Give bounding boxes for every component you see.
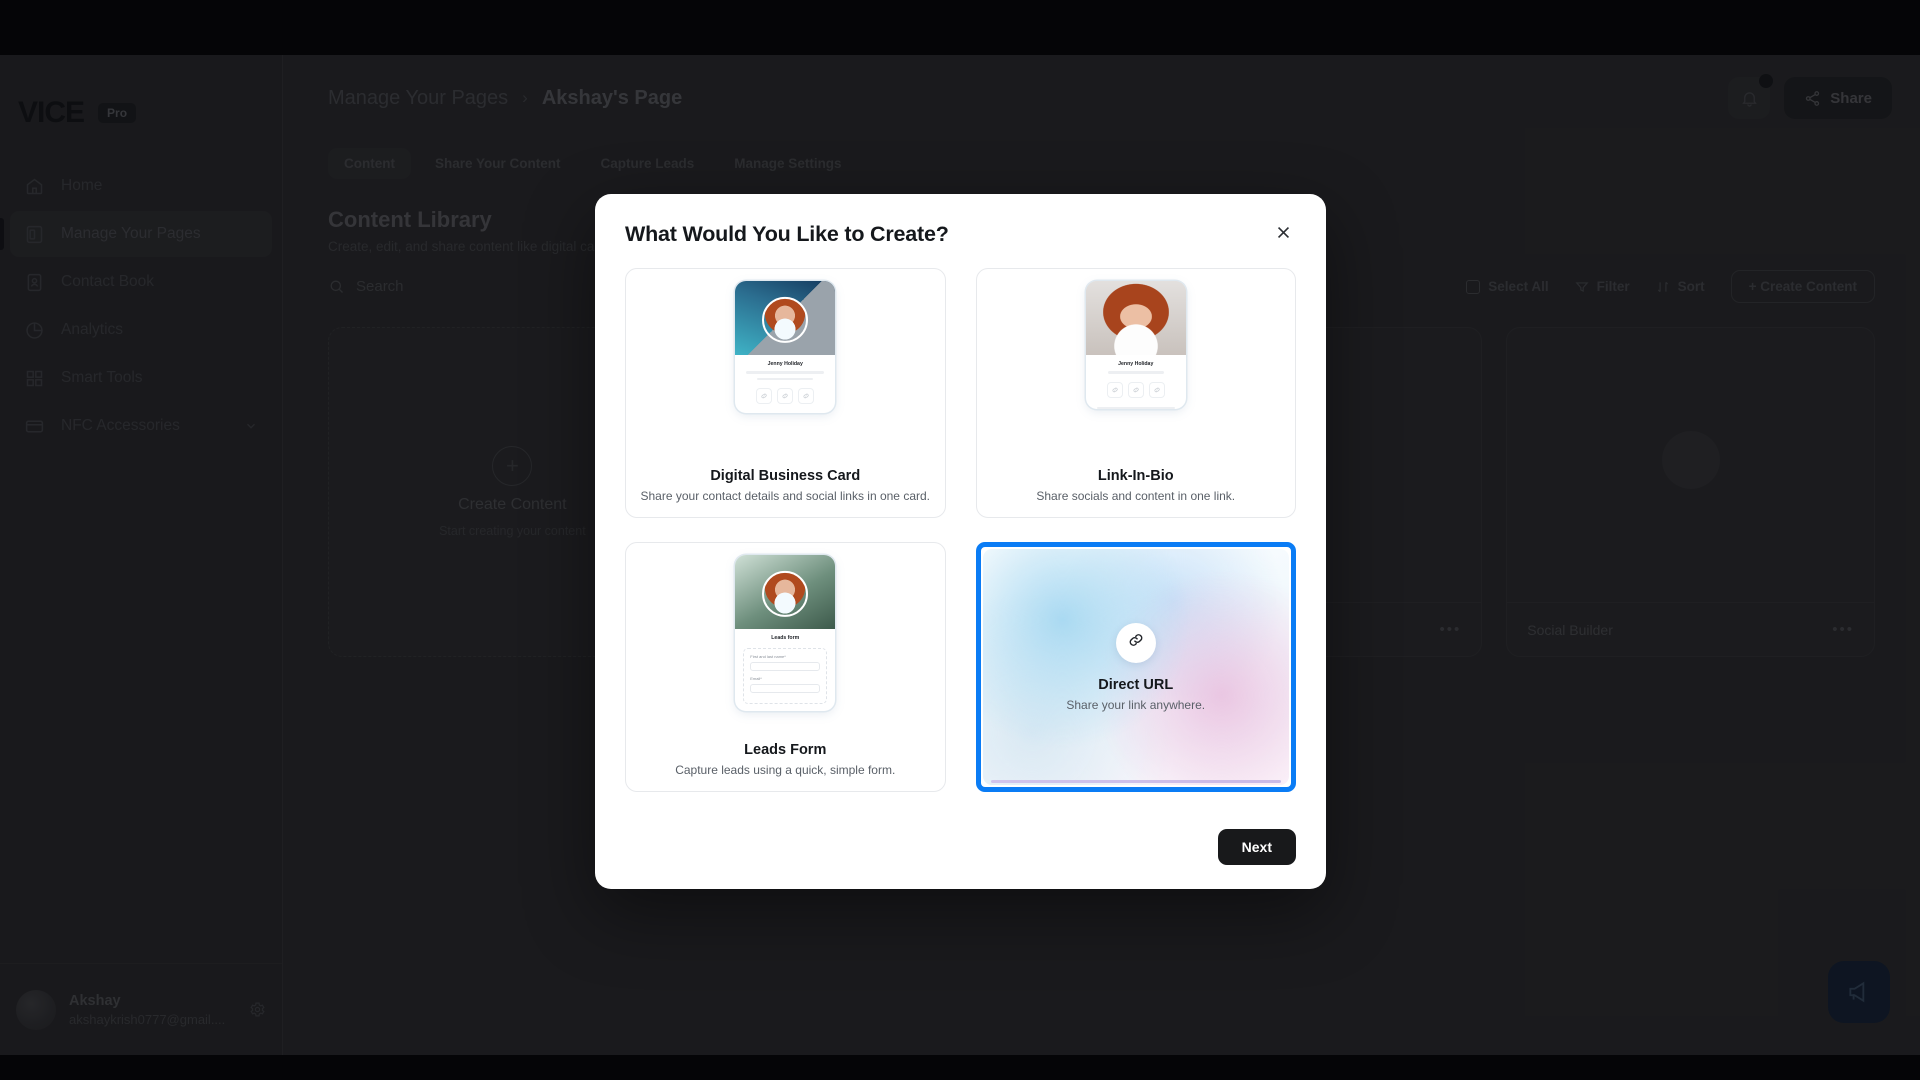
option-label: Digital Business Card bbox=[710, 468, 861, 484]
modal-title: What Would You Like to Create? bbox=[625, 222, 949, 246]
next-button[interactable]: Next bbox=[1217, 829, 1296, 865]
portrait-image bbox=[1085, 281, 1186, 355]
option-description: Share your link anywhere. bbox=[1066, 697, 1206, 712]
option-preview: Jenny Holiday bbox=[977, 269, 1296, 468]
link-chip-icon bbox=[777, 388, 794, 405]
link-chip-icon bbox=[1148, 381, 1165, 398]
option-label: Direct URL bbox=[1098, 676, 1174, 693]
portrait-image bbox=[762, 296, 809, 343]
preview-name: Jenny Holiday bbox=[1118, 361, 1154, 367]
link-chip-icon bbox=[756, 388, 773, 405]
preview-field-label-2: Email* bbox=[750, 676, 762, 681]
preview-field-input bbox=[750, 684, 821, 693]
direct-url-preview: Direct URL Share your link anywhere. bbox=[982, 549, 1289, 785]
portrait-image bbox=[762, 570, 809, 617]
digital-business-card-thumbnail: Jenny Holiday bbox=[735, 281, 836, 414]
option-label: Link-In-Bio bbox=[1097, 468, 1174, 484]
leads-form-thumbnail: Leads form First and last name* Email* bbox=[735, 555, 836, 711]
option-label: Leads Form bbox=[744, 742, 827, 758]
option-leads-form[interactable]: Leads form First and last name* Email* L… bbox=[625, 542, 946, 792]
link-chip-icon bbox=[798, 388, 815, 405]
content-type-options: Jenny Holiday Digital Business Card Shar… bbox=[625, 268, 1296, 792]
option-digital-business-card[interactable]: Jenny Holiday Digital Business Card Shar… bbox=[625, 268, 946, 518]
preview-field-input bbox=[750, 662, 821, 671]
option-link-in-bio[interactable]: Jenny Holiday Link-In-Bio Share socials … bbox=[975, 268, 1296, 518]
option-preview: Leads form First and last name* Email* bbox=[626, 543, 945, 742]
screen: VICE Pro Home Manage Your Pages bbox=[0, 0, 1920, 1080]
create-content-modal: What Would You Like to Create? Jenny Hol… bbox=[595, 194, 1326, 889]
close-button[interactable] bbox=[1270, 222, 1296, 248]
option-description: Share your contact details and social li… bbox=[640, 489, 931, 503]
option-description: Share socials and content in one link. bbox=[1036, 489, 1236, 503]
option-preview: Jenny Holiday bbox=[626, 269, 945, 468]
close-icon bbox=[1275, 224, 1292, 246]
link-in-bio-thumbnail: Jenny Holiday bbox=[1085, 281, 1186, 410]
link-chip-icon bbox=[1106, 381, 1123, 398]
link-icon-circle bbox=[1115, 622, 1156, 663]
preview-name: Leads form bbox=[771, 635, 800, 641]
preview-field-label: First and last name* bbox=[750, 654, 786, 659]
preview-name: Jenny Holiday bbox=[767, 361, 803, 367]
option-direct-url[interactable]: Direct URL Share your link anywhere. bbox=[975, 542, 1296, 792]
option-description: Capture leads using a quick, simple form… bbox=[675, 763, 896, 777]
link-chip-icon bbox=[1127, 381, 1144, 398]
link-icon bbox=[1127, 631, 1145, 654]
